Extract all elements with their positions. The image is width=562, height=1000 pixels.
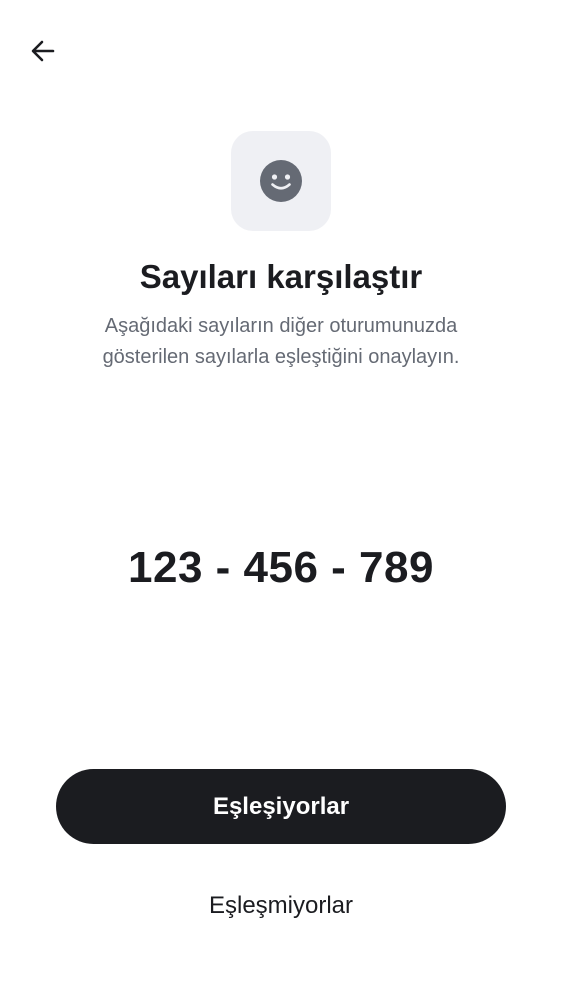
page-title: Sayıları karşılaştır	[139, 258, 423, 295]
verification-code: 123 - 456 - 789	[128, 543, 434, 592]
deny-match-label: Eşleşmiyorlar	[208, 892, 354, 919]
arrow-left-icon	[31, 40, 55, 62]
confirm-match-label: Eşleşiyorlar	[212, 792, 350, 820]
icon-tile	[231, 131, 331, 231]
confirm-match-button[interactable]: Eşleşiyorlar	[56, 769, 506, 844]
deny-match-button[interactable]: Eşleşmiyorlar	[56, 878, 506, 934]
smiley-face-icon	[260, 160, 302, 202]
page-description: Aşağıdaki sayıların diğer oturumunuzda g…	[102, 315, 460, 368]
back-button[interactable]	[22, 30, 64, 72]
